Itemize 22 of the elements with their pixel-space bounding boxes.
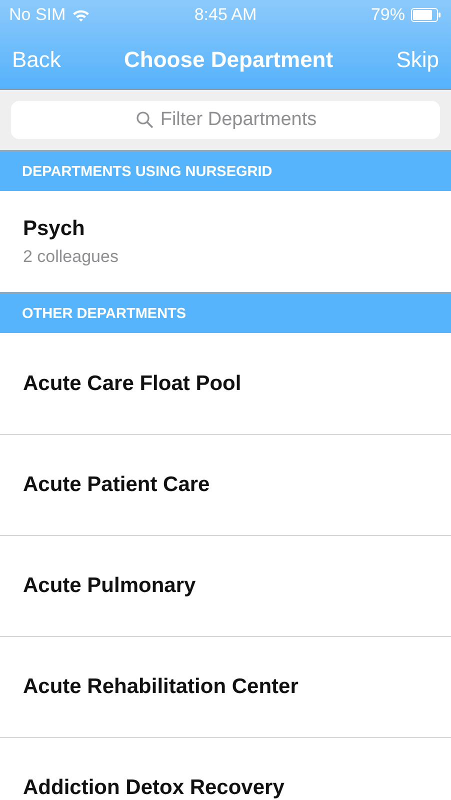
- screen-title: Choose Department: [124, 46, 334, 72]
- department-row[interactable]: Acute Rehabilitation Center: [0, 636, 451, 737]
- department-row[interactable]: Psych 2 colleagues: [0, 191, 451, 292]
- department-name: Acute Pulmonary: [23, 574, 197, 598]
- battery-icon: [411, 8, 441, 22]
- battery-level: 79%: [370, 5, 405, 25]
- department-row[interactable]: Acute Pulmonary: [0, 535, 451, 636]
- department-row[interactable]: Addiction Detox Recovery: [0, 737, 451, 800]
- wifi-icon: [72, 8, 90, 22]
- colleague-count: 2 colleagues: [23, 246, 120, 266]
- section-header: DEPARTMENTS USING NURSEGRID: [0, 150, 451, 191]
- section-header: OTHER DEPARTMENTS: [0, 292, 451, 333]
- department-row[interactable]: Acute Care Float Pool: [0, 333, 451, 434]
- clock: 8:45 AM: [194, 5, 257, 25]
- department-name: Acute Care Float Pool: [23, 372, 242, 396]
- carrier: No SIM: [9, 5, 66, 25]
- department-row[interactable]: Acute Patient Care: [0, 434, 451, 535]
- department-name: Acute Patient Care: [23, 473, 211, 497]
- search-field[interactable]: Filter Departments: [11, 101, 440, 139]
- department-name: Addiction Detox Recovery: [23, 776, 286, 800]
- department-name: Psych: [23, 216, 86, 240]
- department-name: Acute Rehabilitation Center: [23, 675, 300, 699]
